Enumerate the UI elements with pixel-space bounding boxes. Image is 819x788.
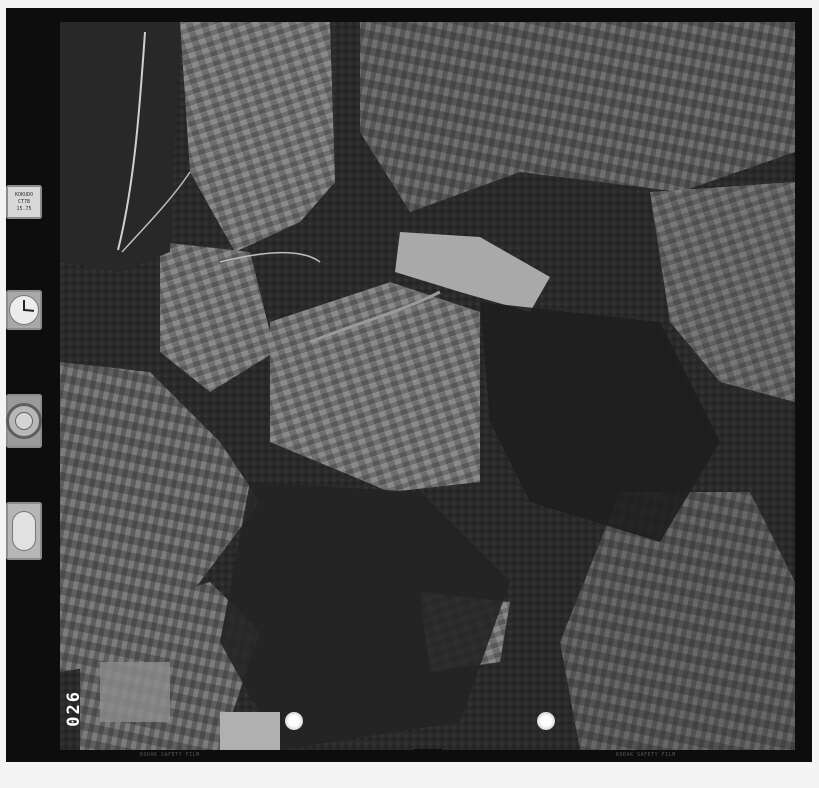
label-line-3: 15.75	[16, 205, 32, 212]
film-notch-bottom	[414, 749, 442, 761]
altimeter-dial	[6, 403, 42, 439]
settlement-block	[100, 662, 170, 722]
bubble-level-dial	[12, 511, 36, 551]
film-frame: KOKUDO CT7B 15.75	[6, 8, 812, 762]
fiducial-mark-icon	[537, 712, 555, 730]
clock-face	[9, 295, 39, 325]
data-label-plate: KOKUDO CT7B 15.75	[6, 185, 42, 219]
altimeter-icon	[6, 394, 42, 448]
label-line-1: KOKUDO	[14, 191, 34, 198]
clock-minute-hand	[22, 308, 35, 312]
film-notch-top	[409, 8, 437, 20]
fiducial-mark-icon	[285, 712, 303, 730]
bubble-level-icon	[6, 502, 42, 560]
frame-number: 026	[64, 690, 84, 727]
aerial-photograph	[60, 22, 795, 750]
clock-icon	[6, 290, 42, 330]
bright-patch-south	[220, 712, 280, 750]
film-edge-text-right: KODAK SAFETY FILM	[616, 752, 676, 758]
film-edge-text-left: KODAK SAFETY FILM	[140, 752, 200, 758]
aerial-terrain	[60, 22, 795, 750]
label-line-2: CT7B	[17, 198, 31, 205]
dark-valley-north	[60, 22, 180, 272]
